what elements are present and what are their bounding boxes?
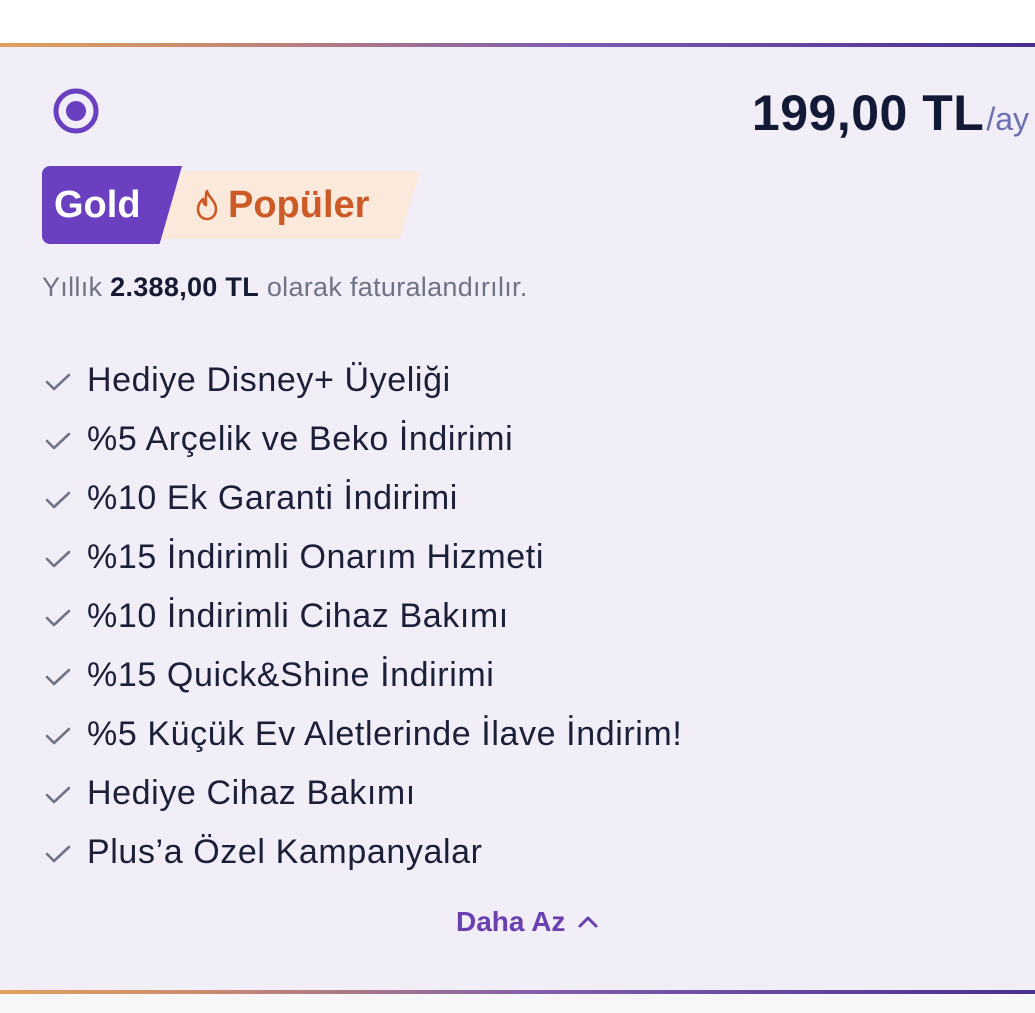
feature-list: Hediye Disney+ Üyeliği %5 Arçelik ve Bek… [44,351,682,882]
tier-badge: Gold [42,166,182,244]
show-less-label: Daha Az [456,906,566,937]
feature-label: %10 İndirimli Cihaz Bakımı [87,597,509,635]
billing-prefix: Yıllık [42,272,103,302]
check-icon [45,727,71,744]
feature-label: Hediye Disney+ Üyeliği [87,361,451,399]
feature-label: %5 Küçük Ev Aletlerinde İlave İndirim! [87,715,683,753]
feature-item: %10 Ek Garanti İndirimi [44,469,682,528]
check-icon [45,373,71,390]
check-icon [45,491,71,508]
feature-item: %15 İndirimli Onarım Hizmeti [44,528,682,587]
feature-item: %15 Quick&Shine İndirimi [44,646,682,705]
feature-item: Plus’a Özel Kampanyalar [44,823,682,882]
chevron-up-icon [578,916,598,928]
check-icon [45,432,71,449]
check-icon [45,550,71,567]
feature-item: %5 Küçük Ev Aletlerinde İlave İndirim! [44,705,682,764]
page: 199,00 TL /ay Popüler Gold Yıllık 2.388,… [0,0,1035,1013]
price-period: /ay [986,101,1029,137]
billing-amount: 2.388,00 TL [110,272,260,302]
price-amount: 199,00 TL [751,85,985,141]
top-spacer [0,0,1035,44]
check-icon [45,668,71,685]
popular-badge-label: Popüler [228,183,370,226]
check-icon [45,845,71,862]
feature-label: Hediye Cihaz Bakımı [87,774,416,812]
billing-suffix: olarak faturalandırılır. [266,272,528,302]
feature-label: %15 İndirimli Onarım Hizmeti [87,538,545,576]
feature-label: %10 Ek Garanti İndirimi [87,479,458,517]
flame-icon [196,189,218,221]
feature-item: Hediye Disney+ Üyeliği [44,351,682,410]
show-less-button[interactable]: Daha Az [456,906,599,938]
popular-badge: Popüler [194,180,369,230]
check-icon [45,609,71,626]
feature-item: Hediye Cihaz Bakımı [44,764,682,823]
check-icon [45,786,71,803]
feature-label: Plus’a Özel Kampanyalar [87,833,483,871]
feature-label: %15 Quick&Shine İndirimi [87,656,495,694]
feature-label: %5 Arçelik ve Beko İndirimi [87,420,514,458]
tier-badge-label: Gold [54,184,141,226]
feature-item: %10 İndirimli Cihaz Bakımı [44,587,682,646]
bottom-spacer [0,994,1035,1013]
radio-selected-icon[interactable] [51,86,101,136]
feature-item: %5 Arçelik ve Beko İndirimi [44,410,682,469]
billing-info: Yıllık 2.388,00 TL olarak faturalandırıl… [42,272,528,303]
plan-price: 199,00 TL /ay [752,84,1029,142]
